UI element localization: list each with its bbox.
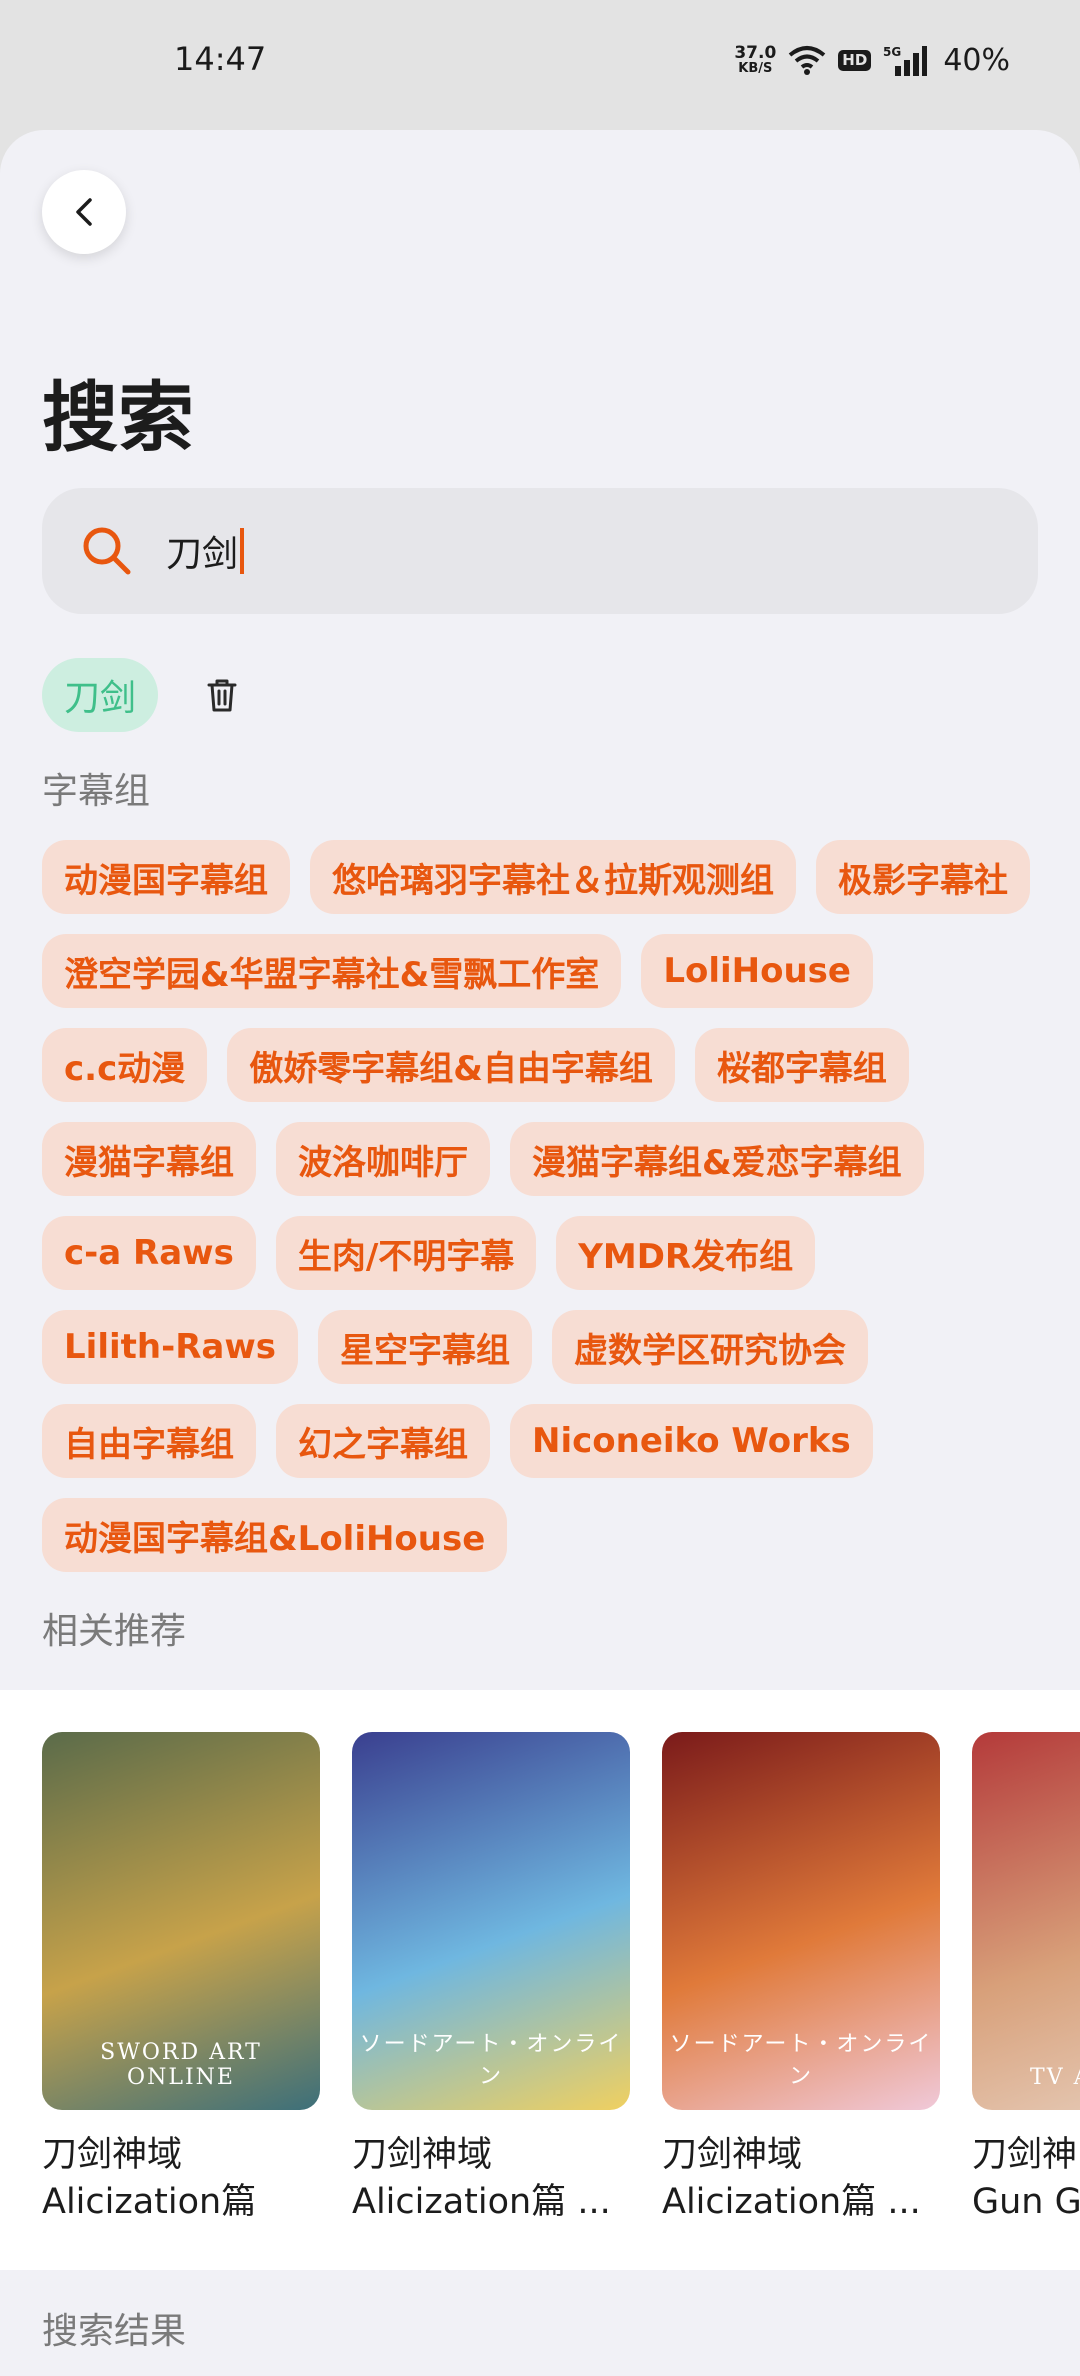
battery-level: 40% (943, 42, 1010, 78)
recommend-title: 刀剑神 Gun Ga (972, 2135, 1080, 2222)
hd-badge: HD (838, 49, 872, 71)
status-icons: 37.0 KB/S HD 5G 40% (734, 38, 1010, 82)
subtitle-group-tag[interactable]: 生肉/不明字幕 (275, 1216, 537, 1290)
search-input-value: 刀剑 (166, 534, 239, 575)
anime-poster: ソードアート・オンライン (662, 1732, 940, 2110)
recommend-card[interactable]: TV ANIMATI 刀剑神 Gun Ga (972, 1732, 1080, 2226)
subtitle-group-tag[interactable]: 澄空学园&华盟字幕社&雪飘工作室 (42, 934, 622, 1008)
subtitle-group-tag[interactable]: 幻之字幕组 (276, 1404, 490, 1478)
clear-history-button[interactable] (198, 671, 246, 719)
subtitle-group-tag[interactable]: 虚数学区研究协会 (551, 1310, 868, 1384)
subtitle-group-tag[interactable]: 自由字幕组 (42, 1404, 256, 1478)
subtitle-group-tag[interactable]: LoliHouse (641, 934, 873, 1008)
anime-poster: ソードアート・オンライン (352, 1732, 630, 2110)
recommend-title: 刀剑神域 Alicization篇 ... (352, 2135, 611, 2222)
search-history: 刀剑 (42, 658, 246, 732)
recommend-title: 刀剑神域 Alicization篇 (42, 2135, 257, 2222)
status-time: 14:47 (174, 40, 267, 78)
poster-caption: ソードアート・オンライン (359, 2032, 623, 2089)
recommend-card[interactable]: ソードアート・オンライン刀剑神域 Alicization篇 ... (662, 1732, 940, 2226)
recommend-card[interactable]: ソードアート・オンライン刀剑神域 Alicization篇 ... (352, 1732, 630, 2226)
search-input[interactable]: 刀剑 (166, 518, 986, 584)
status-bar: 14:47 37.0 KB/S HD 5G 40% (0, 0, 1080, 130)
chevron-left-icon (76, 198, 92, 226)
search-icon (83, 527, 131, 575)
page-title: 搜索 (42, 373, 194, 462)
net-speed-unit: KB/S (738, 61, 773, 76)
anime-poster: SWORD ART ONLINE (42, 1732, 320, 2110)
recommend-list: SWORD ART ONLINE 刀剑神域 Alicization篇 ソードアート・… (42, 1732, 1080, 2226)
subtitle-group-tag[interactable]: 漫猫字幕组&爱恋字幕组 (510, 1122, 924, 1196)
subtitle-group-tag[interactable]: 星空字幕组 (317, 1310, 532, 1384)
anime-poster: TV ANIMATI (972, 1732, 1080, 2110)
subtitle-group-tag[interactable]: 桜都字幕组 (694, 1028, 909, 1102)
recommend-label: 相关推荐 (42, 1611, 187, 1652)
subtitle-group-tag[interactable]: 傲娇零字幕组&自由字幕组 (227, 1028, 675, 1102)
subtitle-group-tag[interactable]: 极影字幕社 (816, 840, 1030, 914)
signal-icon: 5G (883, 45, 928, 76)
history-chip[interactable]: 刀剑 (42, 658, 159, 732)
net-speed: 37.0 KB/S (734, 43, 777, 76)
svg-text:5G: 5G (883, 45, 901, 59)
subtitle-group-tag[interactable]: 波洛咖啡厅 (276, 1122, 490, 1196)
recommend-card[interactable]: SWORD ART ONLINE 刀剑神域 Alicization篇 (42, 1732, 320, 2226)
subtitle-group-tag[interactable]: c.c动漫 (42, 1028, 208, 1102)
poster-caption: ソードアート・オンライン (669, 2032, 933, 2089)
trash-icon (207, 679, 237, 712)
wifi-icon (789, 46, 826, 75)
poster-caption: SWORD ART ONLINE (100, 2040, 262, 2090)
poster-caption: TV ANIMATI (1030, 2065, 1080, 2090)
subtitle-group-tag[interactable]: Lilith-Raws (42, 1310, 298, 1384)
recommend-panel: SWORD ART ONLINE 刀剑神域 Alicization篇 ソードアート・… (0, 1690, 1080, 2270)
back-button[interactable] (42, 170, 126, 254)
search-bar[interactable]: 刀剑 (42, 488, 1038, 614)
text-caret (240, 528, 245, 574)
search-results-label: 搜索结果 (42, 2311, 187, 2352)
subtitle-group-tag[interactable]: YMDR发布组 (556, 1216, 816, 1290)
subtitle-group-tag[interactable]: 动漫国字幕组&LoliHouse (42, 1498, 508, 1572)
subtitle-group-tag[interactable]: c-a Raws (42, 1216, 256, 1290)
subtitle-group-tag[interactable]: 动漫国字幕组 (42, 840, 290, 914)
subtitle-group-tag[interactable]: 漫猫字幕组 (42, 1122, 256, 1196)
subtitle-group-tag[interactable]: 悠哈璃羽字幕社＆拉斯观测组 (310, 840, 796, 914)
recommend-title: 刀剑神域 Alicization篇 ... (662, 2135, 921, 2222)
net-speed-value: 37.0 (734, 43, 777, 63)
subtitle-group-tag[interactable]: Niconeiko Works (510, 1404, 873, 1478)
subtitle-group-tags: 动漫国字幕组 悠哈璃羽字幕社＆拉斯观测组 极影字幕社澄空学园&华盟字幕社&雪飘工作室… (42, 840, 1042, 1572)
subtitle-groups-label: 字幕组 (42, 771, 151, 812)
search-sheet: 搜索 刀剑 刀剑 字幕组 动漫国字幕组 悠哈璃羽字幕社＆拉斯观测组 极影字幕社澄空学… (0, 130, 1080, 2376)
